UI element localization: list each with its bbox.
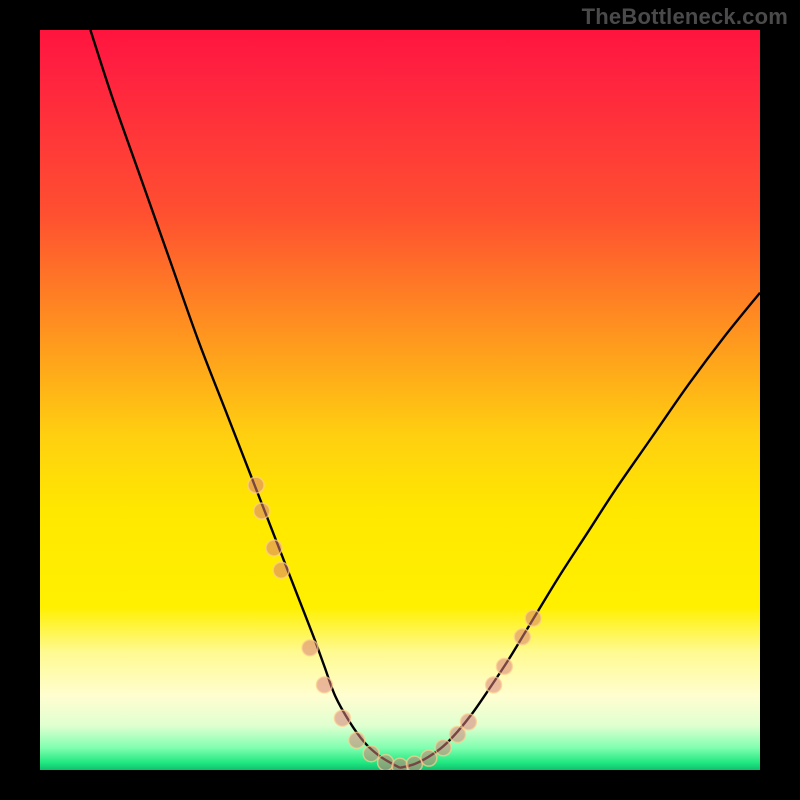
- chart-container: TheBottleneck.com: [0, 0, 800, 800]
- left-curve: [90, 30, 400, 768]
- marker-point: [378, 755, 394, 770]
- marker-point: [496, 658, 512, 674]
- watermark-text: TheBottleneck.com: [582, 4, 788, 30]
- marker-point: [254, 503, 270, 519]
- curve-svg: [40, 30, 760, 770]
- marker-point: [421, 750, 437, 766]
- marker-point: [450, 726, 466, 742]
- marker-point: [266, 540, 282, 556]
- marker-point: [334, 710, 350, 726]
- marker-point: [525, 610, 541, 626]
- marker-point: [302, 640, 318, 656]
- marker-point: [392, 758, 408, 770]
- marker-point: [316, 677, 332, 693]
- markers: [248, 477, 541, 770]
- marker-point: [514, 629, 530, 645]
- marker-point: [273, 562, 289, 578]
- plot-area: [40, 30, 760, 770]
- marker-point: [406, 756, 422, 770]
- marker-point: [349, 732, 365, 748]
- right-curve: [400, 293, 760, 768]
- marker-point: [486, 677, 502, 693]
- marker-point: [435, 740, 451, 756]
- marker-point: [363, 746, 379, 762]
- marker-point: [248, 477, 264, 493]
- marker-point: [460, 714, 476, 730]
